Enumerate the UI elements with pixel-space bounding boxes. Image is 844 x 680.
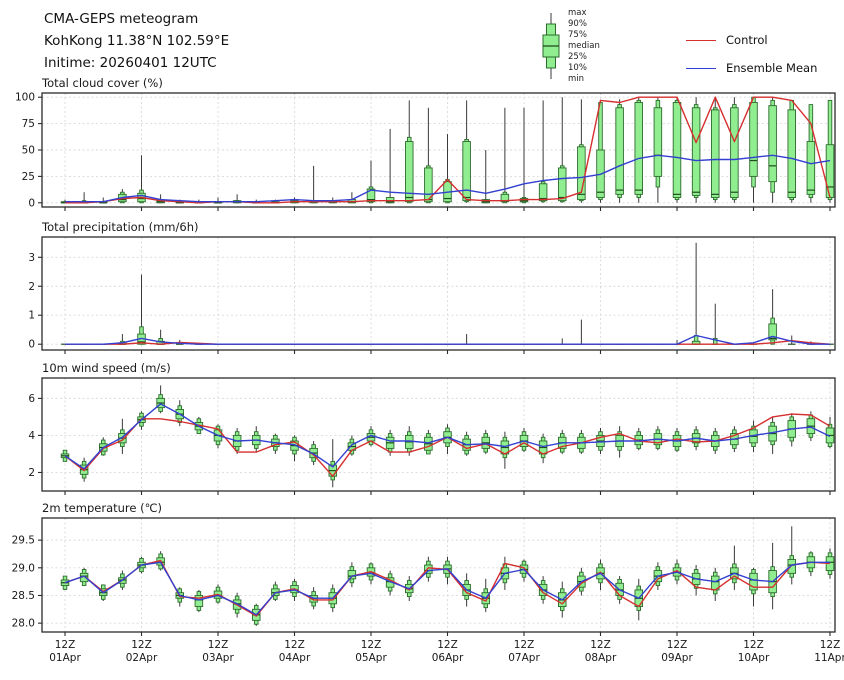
boxplot-legend-labels: max 90% 75% median 25% 10% min xyxy=(568,8,600,85)
legend-ensemble-mean-label: Ensemble Mean xyxy=(726,61,817,75)
x-tick-day-label: 09Apr xyxy=(661,652,693,664)
y-axis: 0 1 2 3 xyxy=(28,252,42,351)
x-tick-hour-label: 12Z xyxy=(514,639,535,651)
x-tick-hour-label: 12Z xyxy=(361,639,382,651)
station-coordinates: KohKong 11.38°N 102.59°E xyxy=(44,30,229,52)
panel-10m-wind-speed-m-s: 2 4 6 10m wind speed (m/s) xyxy=(28,361,835,495)
x-tick-day-label: 04Apr xyxy=(279,652,311,664)
x-tick-day-label: 03Apr xyxy=(202,652,234,664)
boxplot-legend: max 90% 75% median 25% 10% min xyxy=(538,8,600,88)
control-line-swatch xyxy=(686,40,716,41)
panel-title: 2m temperature (℃) xyxy=(42,501,162,515)
y-tick-label: 6 xyxy=(28,393,35,405)
y-tick-label: 29.5 xyxy=(12,535,35,547)
y-axis: 0 25 50 75 100 xyxy=(15,92,42,210)
legend-stat-min: min xyxy=(568,74,600,85)
panel-total-cloud-cover: 0 25 50 75 100 Total cloud cover (%) xyxy=(15,76,835,211)
y-axis: 2 4 6 xyxy=(28,393,42,479)
panel-title: Total precipitation (mm/6h) xyxy=(41,220,198,234)
legend-stat-90: 90% xyxy=(568,19,600,30)
legend-stat-75: 75% xyxy=(568,30,600,41)
y-tick-label: 29.0 xyxy=(12,562,35,574)
x-tick-day-label: 07Apr xyxy=(508,652,540,664)
x-tick-hour-label: 12Z xyxy=(284,639,305,651)
panel-total-precipitation-mm-6h: 0 1 2 3 Total precipitation (mm/6h) xyxy=(28,220,835,354)
x-tick-day-label: 11Apr xyxy=(814,652,844,664)
header: CMA-GEPS meteogram KohKong 11.38°N 102.5… xyxy=(44,8,229,74)
y-tick-label: 2 xyxy=(28,467,35,479)
legend-stat-median: median xyxy=(568,41,600,52)
legend-control-label: Control xyxy=(726,33,768,47)
x-tick-day-label: 08Apr xyxy=(585,652,617,664)
panel-title: Total cloud cover (%) xyxy=(41,76,163,90)
x-tick-day-label: 01Apr xyxy=(49,652,81,664)
meteogram-page: 0 25 50 75 100 Total cloud cover (%) 0 1 2 3 Total… xyxy=(0,0,844,680)
ensemble-mean-line-swatch xyxy=(686,68,716,69)
y-tick-label: 25 xyxy=(22,171,35,183)
init-time: Initime: 20260401 12UTC xyxy=(44,52,229,74)
x-tick-hour-label: 12Z xyxy=(667,639,688,651)
line-legend: Control Ensemble Mean xyxy=(686,26,817,82)
y-tick-label: 0 xyxy=(28,339,35,351)
x-tick-hour-label: 12Z xyxy=(743,639,764,651)
legend-item-ensemble-mean: Ensemble Mean xyxy=(686,54,817,82)
boxplot-glyph-icon xyxy=(538,8,564,88)
legend-stat-10: 10% xyxy=(568,63,600,74)
y-tick-label: 28.5 xyxy=(12,590,35,602)
y-tick-label: 100 xyxy=(15,92,35,104)
legend-item-control: Control xyxy=(686,26,817,54)
x-tick-hour-label: 12Z xyxy=(590,639,611,651)
page-title: CMA-GEPS meteogram xyxy=(44,8,229,30)
y-tick-label: 4 xyxy=(28,430,35,442)
y-tick-label: 0 xyxy=(28,197,35,209)
y-tick-label: 75 xyxy=(22,118,35,130)
y-axis: 28.0 28.5 29.0 29.5 xyxy=(12,535,42,630)
y-tick-label: 1 xyxy=(28,310,35,322)
x-axis-labels: 12Z01Apr12Z02Apr12Z03Apr12Z04Apr12Z05Apr… xyxy=(49,639,844,664)
y-tick-label: 50 xyxy=(22,145,35,157)
panel-title: 10m wind speed (m/s) xyxy=(42,361,171,375)
y-tick-label: 3 xyxy=(28,252,35,264)
x-tick-hour-label: 12Z xyxy=(820,639,841,651)
panel-2m-temperature: 28.0 28.5 29.0 29.5 2m temperature (℃) xyxy=(12,501,835,636)
x-tick-day-label: 06Apr xyxy=(432,652,464,664)
y-tick-label: 2 xyxy=(28,281,35,293)
x-tick-hour-label: 12Z xyxy=(208,639,229,651)
x-tick-day-label: 02Apr xyxy=(126,652,158,664)
x-tick-hour-label: 12Z xyxy=(437,639,458,651)
legend-stat-max: max xyxy=(568,8,600,19)
legend-stat-25: 25% xyxy=(568,52,600,63)
meteogram-canvas: 0 25 50 75 100 Total cloud cover (%) 0 1 2 3 Total… xyxy=(0,0,844,680)
y-tick-label: 28.0 xyxy=(12,618,35,630)
x-tick-day-label: 05Apr xyxy=(355,652,387,664)
x-tick-hour-label: 12Z xyxy=(55,639,76,651)
x-tick-day-label: 10Apr xyxy=(738,652,770,664)
x-tick-hour-label: 12Z xyxy=(131,639,152,651)
